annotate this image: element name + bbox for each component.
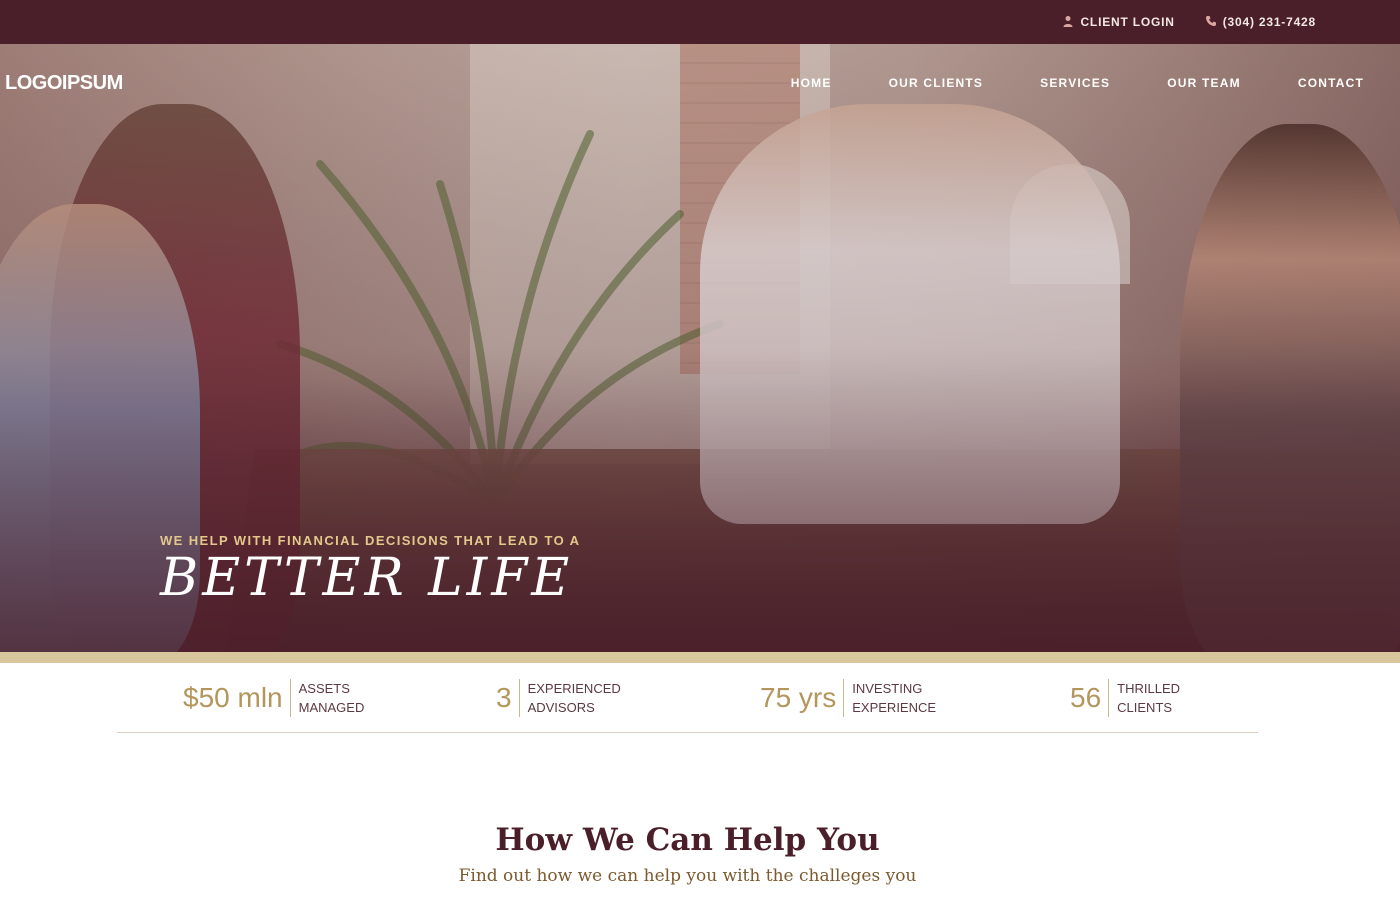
stat-label: ASSETS MANAGED <box>291 679 401 717</box>
phone-icon <box>1205 15 1217 30</box>
stat-label: THRILLED CLIENTS <box>1109 679 1219 717</box>
logo[interactable]: LOGOIPSUM <box>5 72 123 95</box>
stat-label-line2: MANAGED <box>298 700 365 715</box>
top-bar: CLIENT LOGIN (304) 231-7428 <box>0 0 1400 44</box>
stat-label-line1: ASSETS <box>298 681 350 696</box>
stat-label: INVESTING EXPERIENCE <box>844 679 954 717</box>
stat-value: 3 <box>496 679 520 717</box>
nav-item-our-team[interactable]: OUR TEAM <box>1167 76 1241 90</box>
nav-item-contact[interactable]: CONTACT <box>1298 76 1364 90</box>
section-title: How We Can Help You <box>495 822 880 858</box>
stat-value: $50 mln <box>183 679 291 717</box>
stat-investing-experience: 75 yrs INVESTING EXPERIENCE <box>760 678 954 718</box>
main-nav: HOME OUR CLIENTS SERVICES OUR TEAM CONTA… <box>791 76 1364 90</box>
client-login-link[interactable]: CLIENT LOGIN <box>1062 15 1174 30</box>
stats-row: $50 mln ASSETS MANAGED 3 EXPERIENCED ADV… <box>117 663 1258 733</box>
hero-headline: BETTER LIFE <box>160 548 574 608</box>
stat-thrilled-clients: 56 THRILLED CLIENTS <box>1070 678 1219 718</box>
section-subtitle: Find out how we can help you with the ch… <box>458 866 917 886</box>
person-icon <box>1062 15 1074 30</box>
gold-divider-band <box>0 652 1400 663</box>
nav-item-home[interactable]: HOME <box>791 76 832 90</box>
stat-label-line2: EXPERIENCE <box>852 700 937 715</box>
client-login-label: CLIENT LOGIN <box>1080 15 1175 29</box>
stat-value: 56 <box>1070 679 1110 717</box>
phone-link[interactable]: (304) 231-7428 <box>1205 15 1316 30</box>
phone-number: (304) 231-7428 <box>1222 15 1316 29</box>
hero-tagline: WE HELP WITH FINANCIAL DECISIONS THAT LE… <box>160 533 581 548</box>
nav-item-services[interactable]: SERVICES <box>1040 76 1110 90</box>
stat-label-line1: THRILLED <box>1117 681 1181 696</box>
nav-item-our-clients[interactable]: OUR CLIENTS <box>889 76 984 90</box>
stat-label: EXPERIENCED ADVISORS <box>520 679 630 717</box>
stat-label-line2: CLIENTS <box>1117 700 1173 715</box>
stat-assets-managed: $50 mln ASSETS MANAGED <box>183 678 401 718</box>
stat-label-line2: ADVISORS <box>527 700 595 715</box>
stat-value: 75 yrs <box>760 679 845 717</box>
stat-label-line1: INVESTING <box>852 681 923 696</box>
stat-experienced-advisors: 3 EXPERIENCED ADVISORS <box>496 678 630 718</box>
stat-label-line1: EXPERIENCED <box>527 681 621 696</box>
